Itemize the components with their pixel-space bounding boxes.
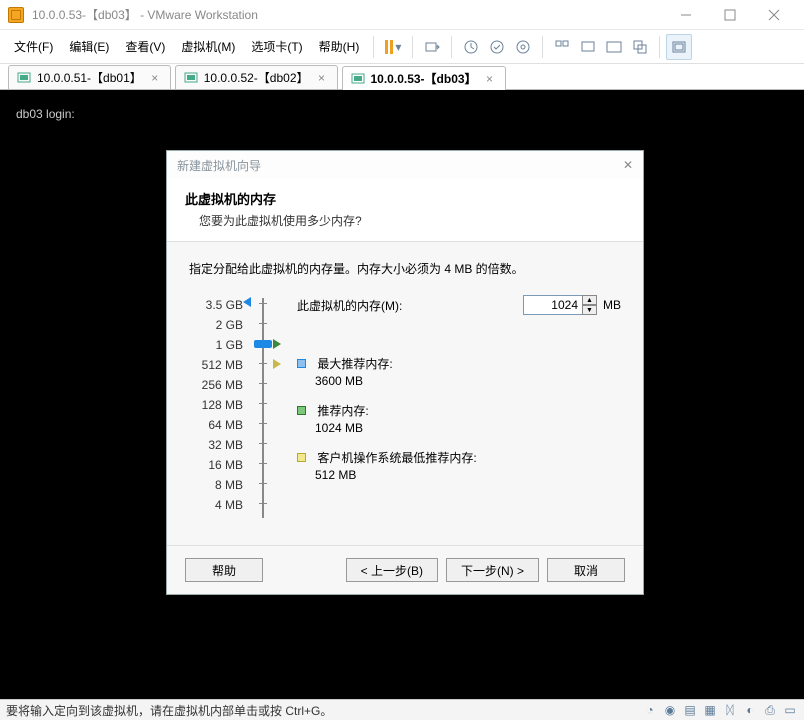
tab-close-icon[interactable]: ×: [148, 71, 162, 85]
console-prompt: db03 login:: [16, 107, 75, 121]
menu-tabs[interactable]: 选项卡(T): [243, 34, 310, 59]
min-memory-value: 512 MB: [297, 468, 621, 482]
menu-edit[interactable]: 编辑(E): [61, 34, 117, 59]
console-view-button[interactable]: [575, 34, 601, 60]
revert-button[interactable]: [484, 34, 510, 60]
min-marker-icon: [273, 359, 281, 369]
app-logo-icon: [8, 7, 24, 23]
menu-help[interactable]: 帮助(H): [311, 34, 368, 59]
sound-icon[interactable]: ◐: [742, 702, 758, 718]
minimize-button[interactable]: [664, 1, 708, 29]
rec-marker-icon: [273, 339, 281, 349]
unity-button[interactable]: [627, 34, 653, 60]
tab-db02[interactable]: 10.0.0.52-【db02】 ×: [175, 65, 338, 89]
rec-memory-label: 推荐内存:: [317, 404, 368, 418]
square-icon: [297, 359, 306, 368]
max-memory-value: 3600 MB: [297, 374, 621, 388]
fullscreen-button[interactable]: [601, 34, 627, 60]
max-marker-icon: [243, 297, 251, 307]
menu-view[interactable]: 查看(V): [117, 34, 173, 59]
manage-snapshot-button[interactable]: [510, 34, 536, 60]
maximize-button[interactable]: [708, 1, 752, 29]
memory-slider[interactable]: [249, 295, 277, 515]
power-button[interactable]: ▾: [380, 34, 406, 60]
memory-scale: 3.5 GB2 GB1 GB 512 MB256 MB128 MB 64 MB3…: [189, 295, 249, 515]
tab-label: 10.0.0.52-【db02】: [204, 69, 309, 86]
disk-icon[interactable]: ◔: [642, 702, 658, 718]
floppy-icon[interactable]: ▤: [682, 702, 698, 718]
menu-file[interactable]: 文件(F): [6, 34, 61, 59]
vm-icon: [351, 72, 365, 86]
cd-icon[interactable]: ◉: [662, 702, 678, 718]
back-button[interactable]: < 上一步(B): [346, 558, 438, 582]
new-vm-wizard-dialog: 新建虚拟机向导 ✕ 此虚拟机的内存 您要为此虚拟机使用多少内存? 指定分配给此虚…: [166, 150, 644, 595]
memory-input-label: 此虚拟机的内存(M):: [297, 297, 402, 314]
tab-close-icon[interactable]: ×: [483, 72, 497, 86]
printer-icon[interactable]: ⎙: [762, 702, 778, 718]
min-memory-label: 客户机操作系统最低推荐内存:: [317, 451, 476, 465]
dialog-title: 新建虚拟机向导: [177, 157, 261, 174]
tab-db01[interactable]: 10.0.0.51-【db01】 ×: [8, 65, 171, 89]
vm-icon: [184, 71, 198, 85]
send-input-button[interactable]: [419, 34, 445, 60]
tab-label: 10.0.0.53-【db03】: [371, 70, 477, 87]
thumbnail-button[interactable]: [549, 34, 575, 60]
tab-db03[interactable]: 10.0.0.53-【db03】 ×: [342, 66, 506, 90]
cancel-button[interactable]: 取消: [547, 558, 625, 582]
stretch-button[interactable]: [666, 34, 692, 60]
dialog-heading: 此虚拟机的内存: [185, 189, 625, 208]
slider-thumb[interactable]: [254, 340, 272, 348]
network-icon[interactable]: ▦: [702, 702, 718, 718]
help-button[interactable]: 帮助: [185, 558, 263, 582]
memory-unit: MB: [603, 298, 621, 312]
dialog-intro-text: 指定分配给此虚拟机的内存量。内存大小必须为 4 MB 的倍数。: [189, 260, 621, 277]
menu-vm[interactable]: 虚拟机(M): [173, 34, 243, 59]
memory-input[interactable]: [523, 295, 583, 315]
dialog-close-icon[interactable]: ✕: [623, 158, 633, 172]
usb-icon[interactable]: ᛞ: [722, 702, 738, 718]
square-icon: [297, 406, 306, 415]
memory-spinner[interactable]: ▲▼: [582, 295, 597, 315]
tab-bar: 10.0.0.51-【db01】 × 10.0.0.52-【db02】 × 10…: [0, 64, 804, 90]
tab-label: 10.0.0.51-【db01】: [37, 69, 142, 86]
max-memory-label: 最大推荐内存:: [317, 357, 392, 371]
window-title: 10.0.0.53-【db03】 - VMware Workstation: [32, 6, 258, 23]
dialog-subheading: 您要为此虚拟机使用多少内存?: [185, 212, 625, 229]
rec-memory-value: 1024 MB: [297, 421, 621, 435]
window-titlebar: 10.0.0.53-【db03】 - VMware Workstation: [0, 0, 804, 30]
next-button[interactable]: 下一步(N) >: [446, 558, 539, 582]
tab-close-icon[interactable]: ×: [315, 71, 329, 85]
close-button[interactable]: [752, 1, 796, 29]
status-bar: 要将输入定向到该虚拟机，请在虚拟机内部单击或按 Ctrl+G。 ◔ ◉ ▤ ▦ …: [0, 699, 804, 720]
snapshot-button[interactable]: [458, 34, 484, 60]
menubar: 文件(F) 编辑(E) 查看(V) 虚拟机(M) 选项卡(T) 帮助(H) ▾: [0, 30, 804, 64]
square-icon: [297, 453, 306, 462]
message-icon[interactable]: ▭: [782, 702, 798, 718]
vm-icon: [17, 71, 31, 85]
dialog-titlebar: 新建虚拟机向导 ✕: [167, 151, 643, 179]
status-text: 要将输入定向到该虚拟机，请在虚拟机内部单击或按 Ctrl+G。: [6, 702, 332, 719]
